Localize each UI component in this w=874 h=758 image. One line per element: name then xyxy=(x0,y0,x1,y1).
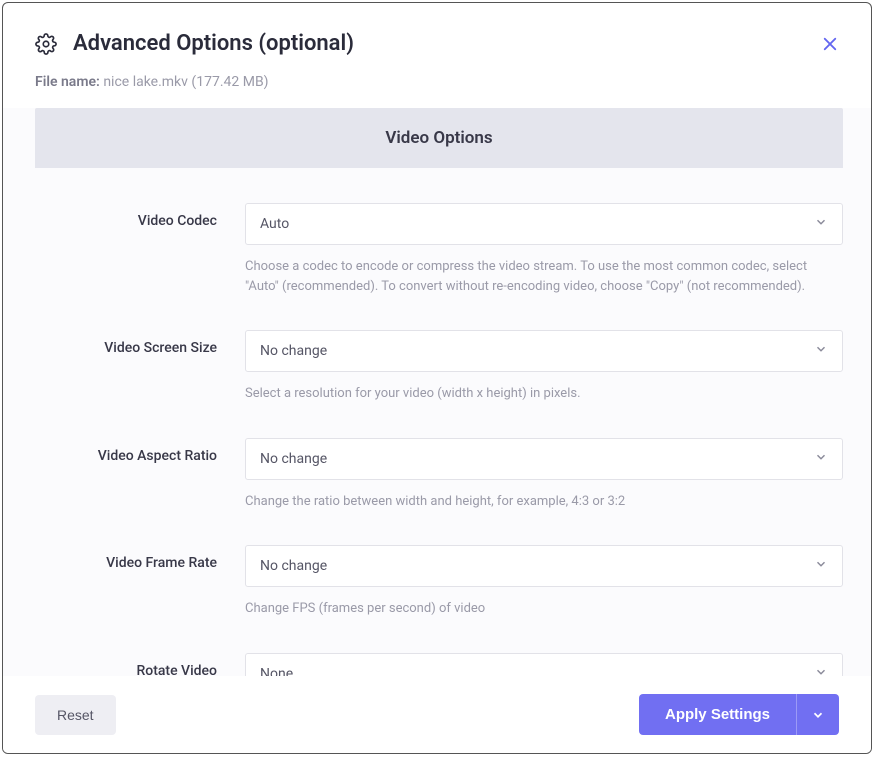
help-text: Choose a codec to encode or compress the… xyxy=(245,257,843,296)
reset-button[interactable]: Reset xyxy=(35,695,116,735)
select-value: No change xyxy=(260,558,327,574)
form-area: Video Codec Auto Choose a codec to encod… xyxy=(35,168,867,676)
aspect-ratio-select[interactable]: No change xyxy=(245,438,843,480)
close-button[interactable] xyxy=(821,35,839,53)
chevron-down-icon xyxy=(814,557,828,575)
select-value: No change xyxy=(260,451,327,467)
options-scroll-area[interactable]: Video Options Video Codec Auto Choose a … xyxy=(3,108,871,676)
modal-title: Advanced Options (optional) xyxy=(73,31,354,56)
frame-rate-select[interactable]: No change xyxy=(245,545,843,587)
section-header-video: Video Options xyxy=(35,108,843,168)
help-text: Change the ratio between width and heigh… xyxy=(245,492,843,512)
field-label: Rotate Video xyxy=(35,653,245,677)
gear-icon xyxy=(35,33,57,55)
select-value: Auto xyxy=(260,216,289,232)
chevron-down-icon xyxy=(814,215,828,233)
modal-header: Advanced Options (optional) xyxy=(3,3,871,74)
field-screen-size: Video Screen Size No change Select a res… xyxy=(35,330,843,404)
chevron-down-icon xyxy=(814,342,828,360)
field-aspect-ratio: Video Aspect Ratio No change Change the … xyxy=(35,438,843,512)
field-video-codec: Video Codec Auto Choose a codec to encod… xyxy=(35,203,843,296)
video-codec-select[interactable]: Auto xyxy=(245,203,843,245)
chevron-down-icon xyxy=(814,450,828,468)
field-label: Video Aspect Ratio xyxy=(35,438,245,464)
help-text: Change FPS (frames per second) of video xyxy=(245,599,843,619)
field-label: Video Frame Rate xyxy=(35,545,245,571)
field-rotate-video: Rotate Video None xyxy=(35,653,843,677)
filename-value: nice lake.mkv (177.42 MB) xyxy=(103,74,268,90)
field-label: Video Screen Size xyxy=(35,330,245,356)
apply-dropdown-button[interactable] xyxy=(796,694,839,735)
filename-row: File name: nice lake.mkv (177.42 MB) xyxy=(3,74,871,108)
field-label: Video Codec xyxy=(35,203,245,229)
field-frame-rate: Video Frame Rate No change Change FPS (f… xyxy=(35,545,843,619)
select-value: No change xyxy=(260,343,327,359)
apply-button-group: Apply Settings xyxy=(639,694,839,735)
screen-size-select[interactable]: No change xyxy=(245,330,843,372)
chevron-down-icon xyxy=(811,708,825,722)
modal-footer: Reset Apply Settings xyxy=(3,676,871,753)
chevron-down-icon xyxy=(814,665,828,677)
close-icon xyxy=(821,35,839,53)
apply-settings-button[interactable]: Apply Settings xyxy=(639,694,796,735)
help-text: Select a resolution for your video (widt… xyxy=(245,384,843,404)
filename-label: File name: xyxy=(35,74,100,90)
advanced-options-modal: Advanced Options (optional) File name: n… xyxy=(2,2,872,754)
select-value: None xyxy=(260,666,293,677)
rotate-video-select[interactable]: None xyxy=(245,653,843,677)
